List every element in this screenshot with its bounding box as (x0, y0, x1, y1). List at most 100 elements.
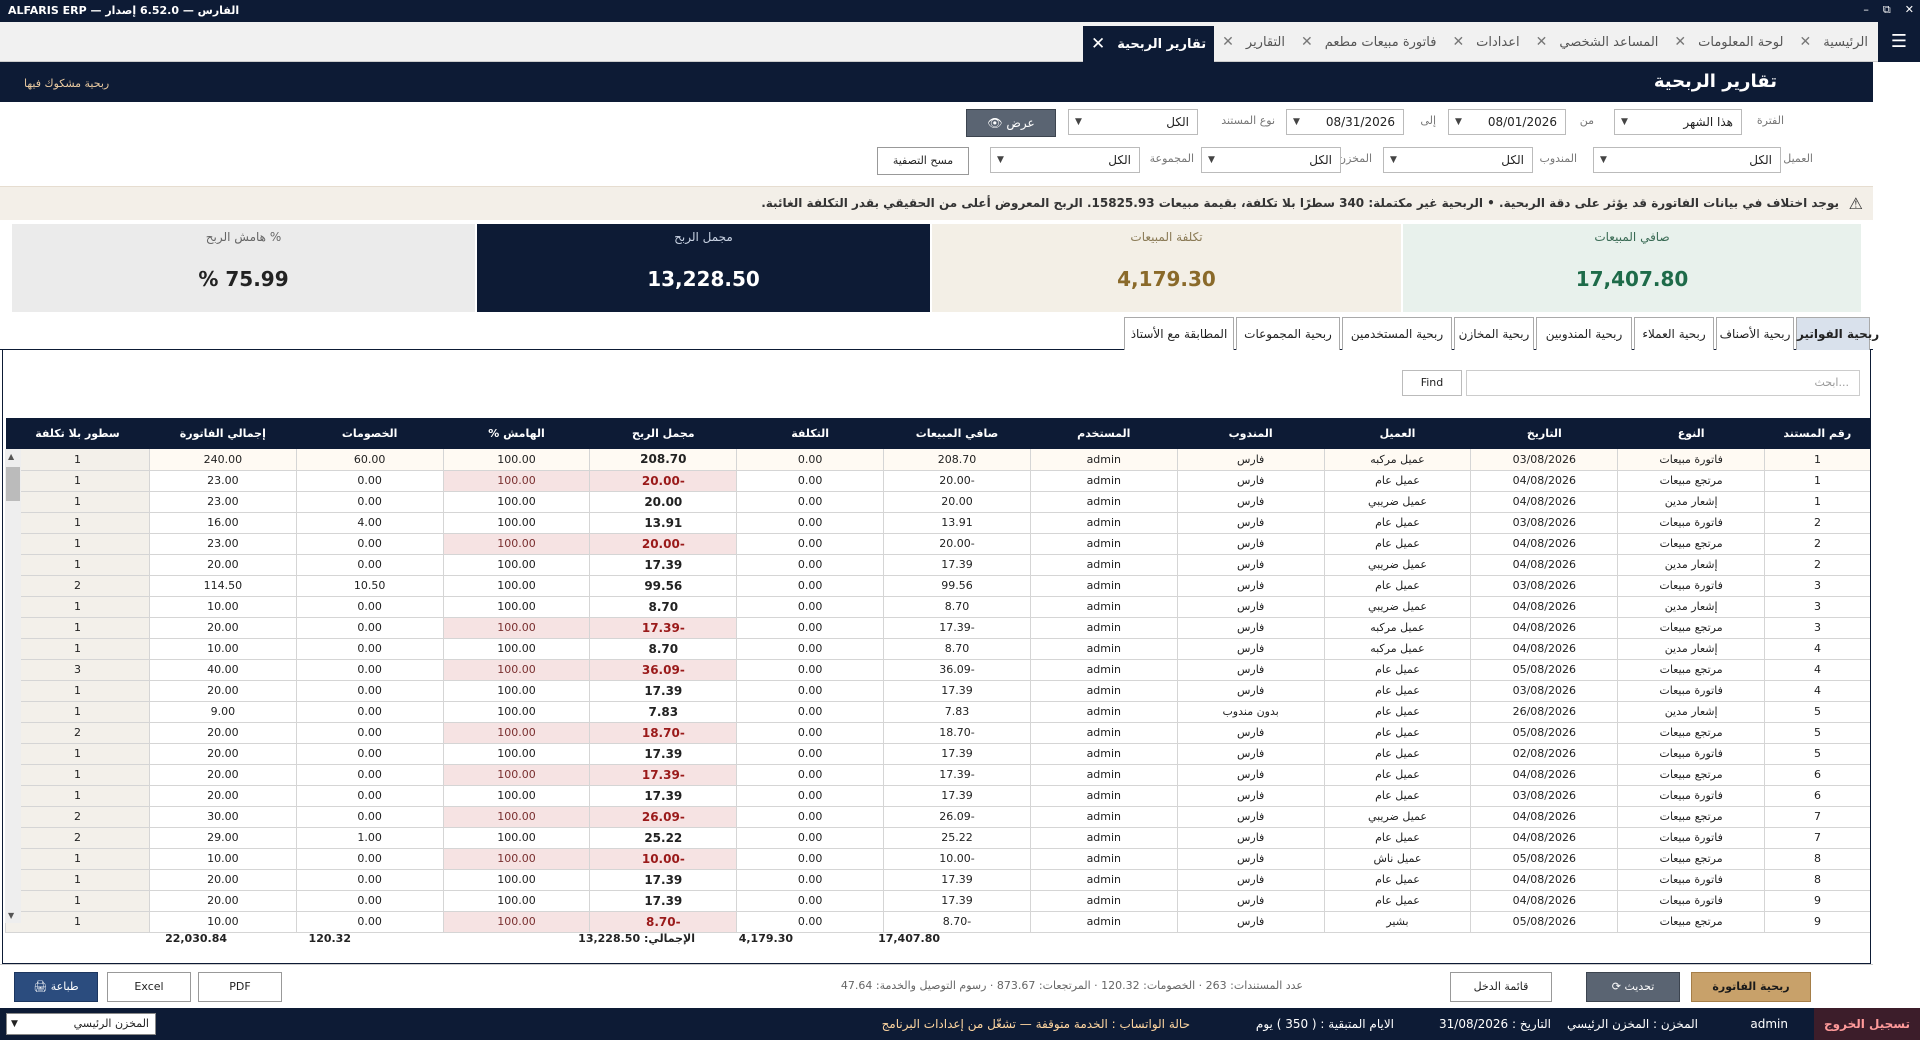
close-tab-icon[interactable]: ✕ (1222, 34, 1234, 50)
column-header[interactable]: إجمالي الفاتورة (149, 418, 297, 449)
excel-button[interactable]: Excel (107, 972, 191, 1002)
subtab-6[interactable]: ربحية المجموعات (1236, 317, 1340, 350)
column-header[interactable]: رقم المستند (1764, 418, 1870, 449)
close-window-button[interactable]: ✕ (1905, 3, 1914, 17)
tab-4[interactable]: فاتورة مبيعات مطعم ✕ (1293, 22, 1444, 62)
clear-filters-button[interactable]: مسح التصفية (877, 147, 969, 175)
vertical-scrollbar[interactable]: ▲ ▼ (5, 449, 21, 923)
tab-6[interactable]: تقارير الربحية ✕ (1082, 26, 1215, 62)
scroll-down-icon[interactable]: ▼ (8, 911, 14, 920)
close-tab-icon[interactable]: ✕ (1452, 34, 1464, 50)
search-input[interactable]: ابحث... (1466, 370, 1860, 396)
logout-button[interactable]: تسجيل الخروج (1814, 1008, 1920, 1040)
column-header[interactable]: صافي المبيعات (883, 418, 1031, 449)
column-header[interactable]: التكلفة (736, 418, 884, 449)
to-date-field[interactable]: 08/31/2026 ▼ (1286, 109, 1404, 135)
table-row[interactable]: 7 مرتجع مبيعات 04/08/2026 عميل ضريبي فارس adm… (5, 806, 1870, 828)
margin-card: هامش الربح % % 75.99 (12, 224, 475, 312)
invoice-profit-button[interactable]: ربحية الفاتورة (1691, 972, 1811, 1002)
subtab-0[interactable]: ربحية الفواتير (1796, 317, 1879, 350)
table-cell: 1 (5, 764, 150, 786)
table-row[interactable]: 3 مرتجع مبيعات 04/08/2026 عميل مركبه فارس adm… (5, 617, 1870, 639)
table-row[interactable]: 8 مرتجع مبيعات 05/08/2026 عميل ناش فارس admin… (5, 848, 1870, 870)
close-tab-icon[interactable]: ✕ (1091, 34, 1105, 54)
table-row[interactable]: 1 إشعار مدين 04/08/2026 عميل ضريبي فارس admin… (5, 491, 1870, 513)
close-tab-icon[interactable]: ✕ (1799, 34, 1811, 50)
suspicious-profit-link[interactable]: ربحية مشكوك فيها (24, 77, 109, 90)
table-row[interactable]: 6 فاتورة مبيعات 03/08/2026 عميل عام فارس admi… (5, 785, 1870, 807)
table-row[interactable]: 7 فاتورة مبيعات 04/08/2026 عميل عام فارس admi… (5, 827, 1870, 849)
table-row[interactable]: 4 إشعار مدين 04/08/2026 عميل مركبه فارس admin… (5, 638, 1870, 660)
table-row[interactable]: 5 مرتجع مبيعات 05/08/2026 عميل عام فارس admin… (5, 722, 1870, 744)
table-cell: 4 (1764, 638, 1870, 660)
column-header[interactable]: التاريخ (1470, 418, 1618, 449)
doc-type-select[interactable]: الكل ▼ (1068, 109, 1198, 135)
table-row[interactable]: 4 مرتجع مبيعات 05/08/2026 عميل عام فارس admin… (5, 659, 1870, 681)
hamburger-menu-icon[interactable]: ☰ (1878, 22, 1920, 62)
table-cell: admin (1029, 638, 1178, 660)
table-row[interactable]: 2 فاتورة مبيعات 03/08/2026 عميل عام فارس admi… (5, 512, 1870, 534)
find-button[interactable]: Find (1402, 370, 1462, 396)
refresh-button[interactable]: ⟳ تحديث (1586, 972, 1680, 1002)
column-header[interactable]: سطور بلا تكلفة (5, 418, 150, 449)
print-button[interactable]: 🖨 طباعة (14, 972, 98, 1002)
table-cell: admin (1029, 827, 1178, 849)
table-row[interactable]: 2 إشعار مدين 04/08/2026 عميل ضريبي فارس admin… (5, 554, 1870, 576)
table-cell: 9.00 (148, 701, 297, 723)
restore-button[interactable]: ⧉ (1883, 3, 1891, 17)
table-cell: -20.00 (883, 470, 1031, 492)
tab-5[interactable]: التقارير ✕ (1214, 22, 1293, 62)
subtab-7[interactable]: المطابقة مع الأستاذ (1124, 317, 1234, 350)
from-date-field[interactable]: 08/01/2026 ▼ (1448, 109, 1566, 135)
column-header[interactable]: العميل (1324, 418, 1471, 449)
column-header[interactable]: الهامش % (443, 418, 590, 449)
tab-2[interactable]: المساعد الشخصي ✕ (1528, 22, 1667, 62)
view-button[interactable]: 👁 عرض (966, 109, 1056, 137)
income-statement-button[interactable]: قائمة الدخل (1450, 972, 1552, 1002)
subtab-3[interactable]: ربحية المندوبين (1536, 317, 1632, 350)
customer-select[interactable]: الكل ▼ (1593, 147, 1781, 173)
table-row[interactable]: 5 فاتورة مبيعات 02/08/2026 عميل عام فارس admi… (5, 743, 1870, 765)
rep-select[interactable]: الكل ▼ (1383, 147, 1533, 173)
table-row[interactable]: 2 مرتجع مبيعات 04/08/2026 عميل عام فارس admin… (5, 533, 1870, 555)
table-row[interactable]: 1 مرتجع مبيعات 04/08/2026 عميل عام فارس admin… (5, 470, 1870, 492)
close-tab-icon[interactable]: ✕ (1674, 34, 1686, 50)
subtab-1[interactable]: ربحية الأصناف (1716, 317, 1794, 350)
period-select[interactable]: هذا الشهر ▼ (1614, 109, 1742, 135)
tab-1[interactable]: لوحة المعلومات ✕ (1666, 22, 1791, 62)
column-header[interactable]: الخصومات (296, 418, 444, 449)
table-row[interactable]: 6 مرتجع مبيعات 04/08/2026 عميل عام فارس admin… (5, 764, 1870, 786)
close-tab-icon[interactable]: ✕ (1301, 34, 1313, 50)
minimize-button[interactable]: – (1863, 3, 1869, 17)
table-cell: مرتجع مبيعات (1617, 659, 1765, 681)
subtab-4[interactable]: ربحية المخازن (1454, 317, 1534, 350)
table-cell: admin (1029, 890, 1178, 912)
column-header[interactable]: المندوب (1177, 418, 1325, 449)
table-row[interactable]: 4 فاتورة مبيعات 03/08/2026 عميل عام فارس admi… (5, 680, 1870, 702)
table-cell: إشعار مدين (1617, 638, 1765, 660)
table-row[interactable]: 5 إشعار مدين 26/08/2026 عميل عام بدون مندوب a… (5, 701, 1870, 723)
tab-3[interactable]: اعدادات ✕ (1444, 22, 1527, 62)
table-row[interactable]: 9 فاتورة مبيعات 04/08/2026 عميل عام فارس admi… (5, 890, 1870, 912)
table-row[interactable]: 3 إشعار مدين 04/08/2026 عميل ضريبي فارس admin… (5, 596, 1870, 618)
table-row[interactable]: 8 فاتورة مبيعات 04/08/2026 عميل عام فارس admi… (5, 869, 1870, 891)
tab-0[interactable]: الرئيسية ✕ (1791, 22, 1876, 62)
table-cell: 0.00 (736, 575, 884, 597)
table-cell: admin (1029, 722, 1178, 744)
scroll-up-icon[interactable]: ▲ (8, 452, 14, 461)
column-header[interactable]: النوع (1617, 418, 1765, 449)
column-header[interactable]: مجمل الربح (589, 418, 737, 449)
table-cell: 0.00 (736, 659, 884, 681)
store-select[interactable]: الكل ▼ (1201, 147, 1341, 173)
table-row[interactable]: 3 فاتورة مبيعات 03/08/2026 عميل عام فارس admi… (5, 575, 1870, 597)
subtab-5[interactable]: ربحية المستخدمين (1342, 317, 1452, 350)
subtab-2[interactable]: ربحية العملاء (1634, 317, 1714, 350)
table-row[interactable]: 1 فاتورة مبيعات 03/08/2026 عميل مركبه فارس ad… (5, 449, 1870, 471)
column-header[interactable]: المستخدم (1030, 418, 1178, 449)
current-date: التاريخ : 31/08/2026 (1439, 1017, 1551, 1031)
scrollbar-thumb[interactable] (6, 467, 20, 501)
warehouse-select[interactable]: المخزن الرئيسي ▼ (6, 1013, 156, 1035)
group-select[interactable]: الكل ▼ (990, 147, 1140, 173)
pdf-button[interactable]: PDF (198, 972, 282, 1002)
close-tab-icon[interactable]: ✕ (1536, 34, 1548, 50)
